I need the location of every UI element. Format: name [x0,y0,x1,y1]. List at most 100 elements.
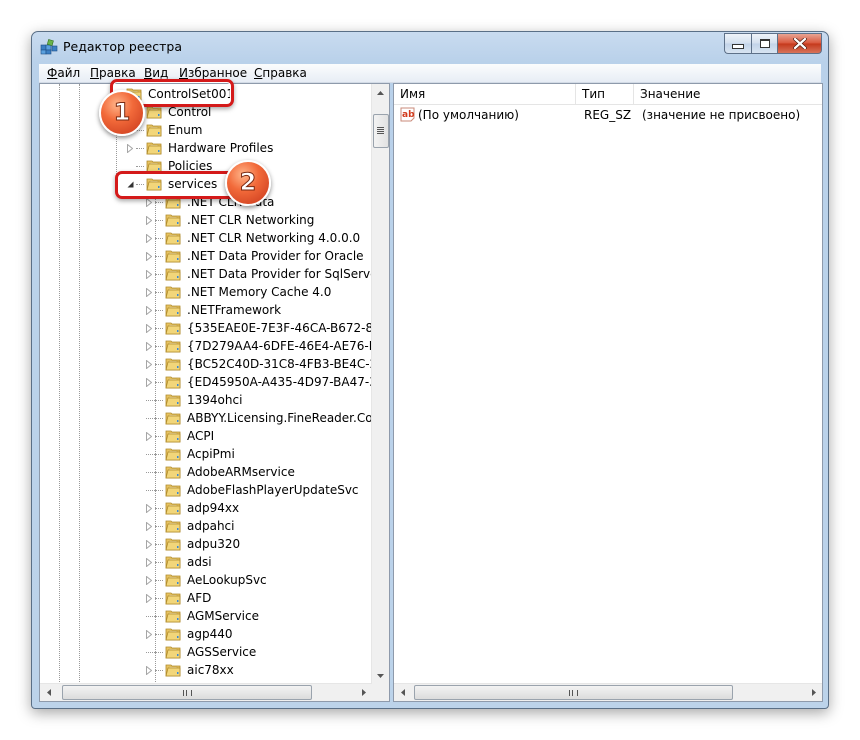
expand-arrow-icon[interactable] [146,431,152,441]
values-horizontal-scrollbar[interactable] [394,683,822,701]
tree-item-label: AFD [187,591,212,605]
tree-horizontal-scrollbar[interactable] [40,683,372,701]
folder-icon [165,448,181,461]
tree-item-hardware-profiles[interactable]: Hardware Profiles [127,139,273,157]
scroll-left-button[interactable] [40,684,57,701]
tree-item-label: AGMService [187,609,259,623]
tree-item-service[interactable]: AGMService [146,607,259,625]
expand-arrow-icon[interactable] [146,359,152,369]
values-pane[interactable]: Имя Тип Значение ab (По умолчанию) REG_S… [393,83,823,702]
tree-item-service[interactable]: AdobeARMservice [146,463,295,481]
minimize-button[interactable] [724,33,751,54]
menu-help-label: правка [262,66,307,80]
tree-item-label: {ED45950A-A435-4D97-BA47-3EE15D [187,375,372,389]
tree-item-service[interactable]: 1394ohci [146,391,242,409]
expand-arrow-icon[interactable] [146,665,152,675]
tree-item-service[interactable]: AcpiPmi [146,445,235,463]
string-value-icon: ab [400,107,415,122]
annotation-badge-2: 2 [225,160,271,206]
scroll-up-button[interactable] [372,84,389,101]
expand-arrow-icon[interactable] [146,341,152,351]
tree-item-service[interactable]: agp440 [146,625,233,643]
tree-item-service[interactable]: aic78xx [146,661,234,679]
tree-item-service[interactable]: ABBYY.Licensing.FineReader.Corpor [146,409,372,427]
tree-item-service[interactable]: adp94xx [146,499,239,517]
menu-favorites[interactable]: Избранное [179,66,247,80]
scroll-right-button[interactable] [355,684,372,701]
expand-arrow-icon[interactable] [146,557,152,567]
tree-connector [155,381,163,383]
menu-help[interactable]: Справка [254,66,307,80]
column-header-name[interactable]: Имя [394,84,576,104]
tree-item-service[interactable]: {ED45950A-A435-4D97-BA47-3EE15D [146,373,372,391]
tree-connector [155,417,163,419]
tree-item-service[interactable]: .NET Data Provider for Oracle [146,247,364,265]
values-horizontal-scroll-thumb[interactable] [414,685,733,700]
expand-arrow-icon[interactable] [146,377,152,387]
menu-file[interactable]: Файл [47,66,80,80]
tree-item-service[interactable]: .NET Memory Cache 4.0 [146,283,331,301]
title-bar[interactable]: Редактор реестра [32,32,828,62]
tree-item-service[interactable]: .NET CLR Networking 4.0.0.0 [146,229,360,247]
tree-item-service[interactable]: .NET CLR Networking [146,211,314,229]
tree-item-service[interactable]: adpahci [146,517,234,535]
tree-item-service[interactable]: .NETFramework [146,301,281,319]
menu-view[interactable]: Вид [144,66,168,80]
tree-item-service[interactable]: {BC52C40D-31C8-4FB3-BE4C-21A16 [146,355,372,373]
maximize-button[interactable] [751,33,778,54]
tree-item-service[interactable]: AeLookupSvc [146,571,267,589]
tree-item-service[interactable]: {535EAE0E-7E3F-46CA-B672-841B838 [146,319,372,337]
expand-arrow-icon[interactable] [146,323,152,333]
tree-item-service[interactable]: ACPI [146,427,214,445]
scroll-left-button[interactable] [394,684,411,701]
tree-connector [155,201,163,203]
tree-connector [155,669,163,671]
tree-connector [155,219,163,221]
scroll-right-button[interactable] [805,684,822,701]
tree-item-service[interactable]: AGSService [146,643,256,661]
scroll-down-button[interactable] [372,667,389,684]
tree-guide-line [59,84,60,684]
folder-icon [146,142,162,155]
folder-icon [146,106,162,119]
expand-arrow-icon[interactable] [146,575,152,585]
expand-arrow-icon[interactable] [146,287,152,297]
menu-edit[interactable]: Правка [90,66,136,80]
expand-arrow-icon[interactable] [127,143,133,153]
expand-arrow-icon[interactable] [146,269,152,279]
expand-arrow-icon[interactable] [146,233,152,243]
tree-vertical-scroll-thumb[interactable] [373,114,389,148]
expand-arrow-icon[interactable] [146,251,152,261]
tree-item-service[interactable]: .NET Data Provider for SqlServer [146,265,372,283]
tree-item-service[interactable]: AFD [146,589,211,607]
folder-icon [165,394,181,407]
tree-vertical-scrollbar[interactable] [371,84,389,684]
tree-item-label: {535EAE0E-7E3F-46CA-B672-841B838 [187,321,372,335]
tree-guide-line [79,84,80,684]
tree-connector [146,616,155,617]
expand-arrow-icon[interactable] [146,593,152,603]
column-header-type[interactable]: Тип [576,84,634,104]
tree-item-label: Control [168,105,212,119]
tree-item-service[interactable]: AdobeFlashPlayerUpdateSvc [146,481,359,499]
tree-item-label: AeLookupSvc [187,573,267,587]
tree-item-label: .NET CLR Networking 4.0.0.0 [187,231,361,245]
expand-arrow-icon[interactable] [146,305,152,315]
column-header-value[interactable]: Значение [634,84,822,104]
expand-arrow-icon[interactable] [146,539,152,549]
folder-icon [165,268,181,281]
tree-item-service[interactable]: adpu320 [146,535,240,553]
expand-arrow-icon[interactable] [146,215,152,225]
close-button[interactable] [778,33,822,54]
tree-item-service[interactable]: {7D279AA4-6DFE-46E4-AE76-EEE067 [146,337,372,355]
menu-edit-label: равка [99,66,136,80]
expand-arrow-icon[interactable] [146,629,152,639]
grip-icon [569,689,578,696]
tree-item-service[interactable]: adsi [146,553,212,571]
folder-icon [165,232,181,245]
expand-arrow-icon[interactable] [146,503,152,513]
value-row[interactable]: ab (По умолчанию) REG_SZ (значение не пр… [394,105,822,125]
tree-item-label: AGSService [187,645,257,659]
expand-arrow-icon[interactable] [146,521,152,531]
tree-horizontal-scroll-thumb[interactable] [62,685,312,700]
